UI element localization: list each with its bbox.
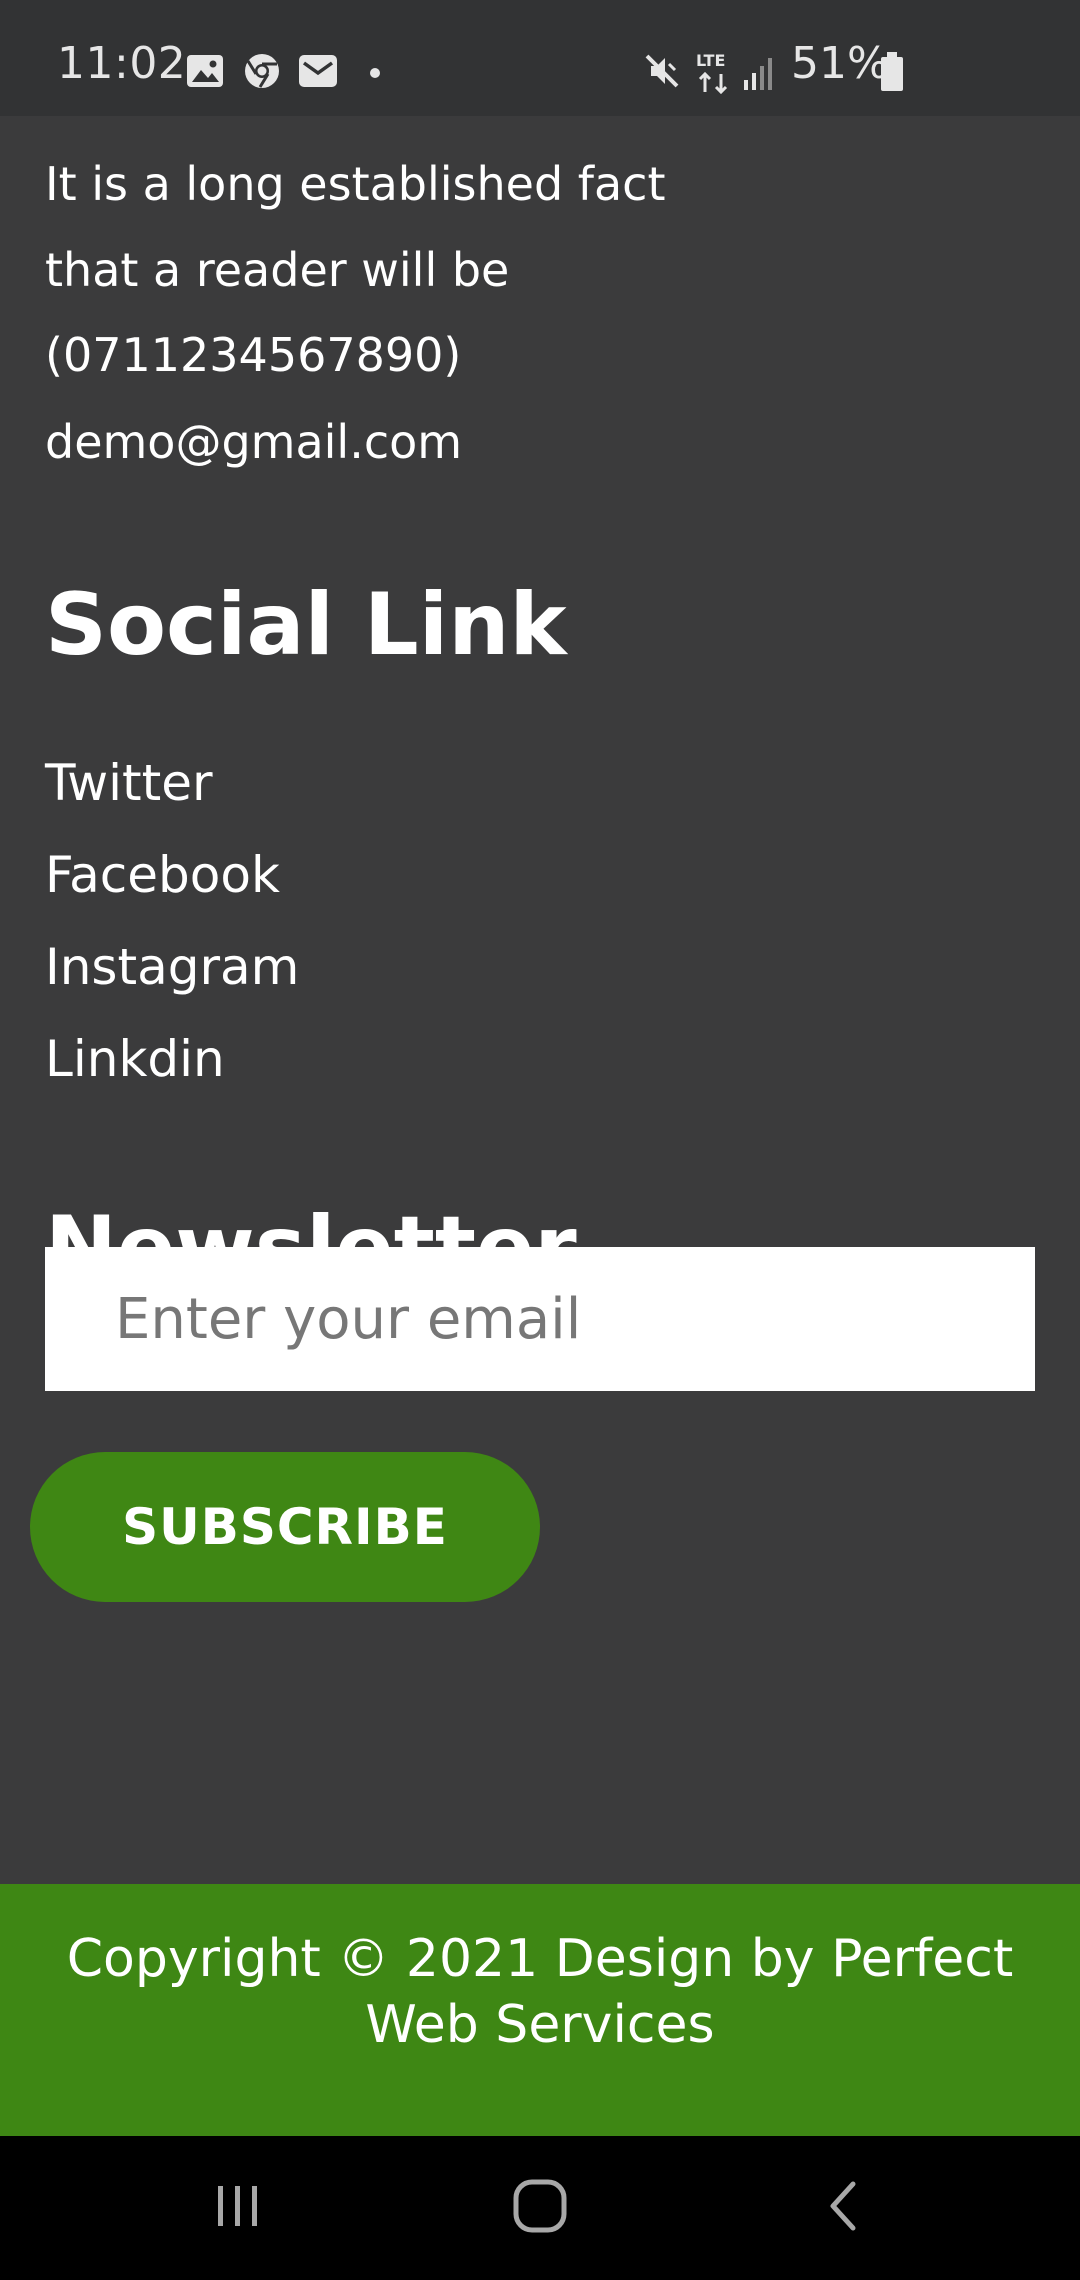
social-link-twitter[interactable]: Twitter (45, 758, 213, 808)
contact-phone: (0711234567890) (45, 328, 462, 382)
status-bar: 11:02 LTE 51% (0, 0, 1080, 116)
footer-content: It is a long established fact that a rea… (0, 116, 1080, 1884)
mail-icon (298, 54, 338, 92)
copyright-bar: Copyright © 2021 Design by Perfect Web S… (0, 1884, 1080, 2136)
home-button[interactable] (440, 2136, 640, 2280)
recent-apps-button[interactable] (138, 2136, 338, 2280)
copyright-line-2: Web Services (365, 1995, 715, 2055)
status-time: 11:02 (57, 38, 187, 89)
signal-icon (742, 56, 776, 94)
svg-text:LTE: LTE (696, 51, 725, 70)
battery-percent: 51% (791, 38, 889, 89)
newsletter-email-input[interactable] (45, 1247, 1035, 1391)
social-link-instagram[interactable]: Instagram (45, 942, 299, 992)
copyright-line-1: Copyright © 2021 Design by Perfect (66, 1929, 1014, 1989)
copyright-text: Copyright © 2021 Design by Perfect Web S… (40, 1926, 1040, 2058)
social-link-linkedin[interactable]: Linkdin (45, 1034, 225, 1084)
social-link-facebook[interactable]: Facebook (45, 850, 280, 900)
recent-apps-icon (212, 2180, 264, 2236)
dot-icon (369, 64, 381, 83)
social-link-title: Social Link (45, 575, 567, 675)
contact-text-line-2: that a reader will be (45, 243, 510, 297)
subscribe-button[interactable]: SUBSCRIBE (30, 1452, 540, 1602)
lte-icon: LTE (694, 50, 734, 98)
chrome-icon (243, 52, 281, 94)
home-icon (512, 2178, 568, 2238)
battery-icon (880, 52, 904, 96)
contact-email: demo@gmail.com (45, 415, 463, 469)
image-icon (186, 54, 224, 92)
back-icon (823, 2178, 863, 2238)
back-button[interactable] (743, 2136, 943, 2280)
mute-icon (643, 52, 681, 94)
system-nav-bar (0, 2136, 1080, 2280)
contact-text-line-1: It is a long established fact (45, 157, 666, 211)
